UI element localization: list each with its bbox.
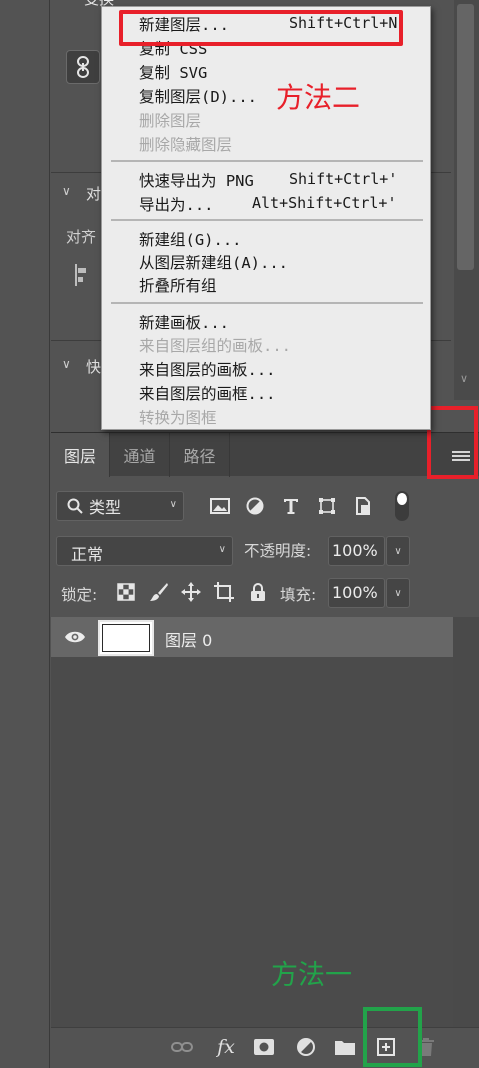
fill-value: 100%: [332, 583, 378, 602]
eye-visibility-icon[interactable]: [64, 630, 86, 644]
menu-separator: [111, 219, 423, 221]
link-layers-icon[interactable]: [170, 1035, 194, 1059]
lock-image-pixels-brush-icon[interactable]: [148, 581, 170, 603]
chevron-down-icon[interactable]: ∨: [62, 357, 71, 371]
filter-shape-icon[interactable]: [315, 494, 339, 518]
annotation-method-two: 方法二: [276, 81, 361, 114]
layer-thumbnail[interactable]: [98, 620, 154, 656]
layer-name[interactable]: 图层 0: [165, 627, 212, 651]
fill-label: 填充:: [280, 586, 317, 604]
menu-item-artboard-from-group: 来自图层组的画板...: [139, 337, 291, 355]
tab-channels[interactable]: 通道: [110, 433, 170, 477]
layers-scrollbar[interactable]: [453, 617, 479, 1027]
fill-field[interactable]: 100%: [328, 578, 385, 608]
new-adjustment-layer-icon[interactable]: [294, 1035, 318, 1059]
layers-tabbar: 图层 通道 路径: [51, 432, 479, 477]
align-section-title: 对: [86, 185, 102, 203]
menu-item-convert-to-frame: 转换为图框: [139, 409, 217, 427]
layer-thumbnail-canvas: [102, 624, 150, 652]
annotation-red-box-new-layer: [119, 10, 403, 46]
fill-dropdown-button[interactable]: ∨: [386, 578, 410, 608]
menu-shortcut: Shift+Ctrl+': [289, 170, 398, 188]
fx-label: fx: [217, 1036, 235, 1058]
filter-toggle-knob: [397, 493, 407, 505]
chevron-down-icon: ∨: [169, 499, 177, 510]
menu-item-duplicate-layer[interactable]: 复制图层(D)...: [139, 85, 257, 107]
opacity-label: 不透明度:: [244, 542, 312, 560]
menu-item-new-artboard[interactable]: 新建画板...: [139, 311, 229, 333]
lock-transparent-pixels-icon[interactable]: [115, 581, 137, 603]
tab-label: 图层: [63, 447, 96, 466]
annotation-method-one: 方法一: [271, 960, 352, 991]
filter-kind-value: 类型: [89, 498, 122, 517]
chevron-down-icon: ∨: [218, 544, 226, 555]
opacity-value: 100%: [332, 541, 378, 560]
filter-pixel-icon[interactable]: [208, 494, 232, 518]
quick-actions-section-title: 快: [86, 358, 102, 376]
opacity-field[interactable]: 100%: [328, 536, 385, 566]
menu-item-export-as[interactable]: 导出为...: [139, 193, 214, 215]
search-icon: [67, 498, 83, 514]
lock-label: 锁定:: [61, 586, 98, 604]
tab-label: 通道: [123, 447, 156, 466]
tab-layers[interactable]: 图层: [51, 433, 110, 477]
menu-shortcut: Alt+Shift+Ctrl+': [252, 194, 397, 212]
menu-item-frame-from-layers[interactable]: 来自图层的画框...: [139, 382, 276, 404]
menu-item-collapse-all-groups[interactable]: 折叠所有组: [139, 274, 217, 296]
annotation-green-box-new-layer: [363, 1007, 422, 1067]
filter-kind-select[interactable]: 类型 ∨: [56, 491, 184, 521]
layers-list-empty-area: [51, 657, 453, 1027]
menu-separator: [111, 160, 423, 162]
blend-mode-value: 正常: [71, 545, 104, 564]
chain-link-icon: [77, 56, 89, 78]
filter-type-icon[interactable]: [279, 494, 303, 518]
scrollbar-thumb[interactable]: [457, 4, 474, 270]
menu-item-delete-layer: 删除图层: [139, 112, 202, 130]
opacity-dropdown-button[interactable]: ∨: [386, 536, 410, 566]
layer-style-fx-icon[interactable]: fx: [214, 1035, 238, 1059]
new-group-folder-icon[interactable]: [333, 1035, 357, 1059]
scroll-down-arrow-icon[interactable]: ∨: [460, 372, 468, 385]
menu-item-delete-hidden-layers: 删除隐藏图层: [139, 136, 233, 154]
filter-adjustment-icon[interactable]: [243, 494, 267, 518]
link-dimensions-button[interactable]: [66, 50, 100, 84]
lock-artboard-crop-icon[interactable]: [213, 581, 235, 603]
tab-paths[interactable]: 路径: [170, 433, 230, 477]
left-toolbar-strip: [0, 0, 50, 1068]
tab-label: 路径: [183, 447, 216, 466]
menu-item-copy-svg[interactable]: 复制 SVG: [139, 61, 207, 83]
menu-item-new-group[interactable]: 新建组(G)...: [139, 228, 242, 250]
annotation-red-box-panel-menu: [427, 406, 478, 479]
chevron-down-icon: ∨: [394, 587, 402, 599]
add-mask-icon[interactable]: [252, 1035, 276, 1059]
align-label: 对齐: [66, 228, 97, 246]
layers-panel-context-menu: 新建图层... Shift+Ctrl+N 复制 CSS 复制 SVG 复制图层(…: [101, 6, 431, 430]
lock-position-move-icon[interactable]: [180, 581, 202, 603]
menu-separator: [111, 302, 423, 304]
lock-all-padlock-icon[interactable]: [247, 581, 269, 603]
menu-item-group-from-layers[interactable]: 从图层新建组(A)...: [139, 251, 288, 273]
menu-item-artboard-from-layers[interactable]: 来自图层的画板...: [139, 358, 276, 380]
chevron-down-icon: ∨: [394, 545, 402, 557]
align-left-icon[interactable]: [74, 264, 90, 286]
blend-mode-select[interactable]: 正常 ∨: [56, 536, 233, 566]
chevron-down-icon[interactable]: ∨: [62, 184, 71, 198]
filter-smart-object-icon[interactable]: [351, 494, 375, 518]
menu-item-quick-export-png[interactable]: 快速导出为 PNG: [139, 169, 254, 191]
